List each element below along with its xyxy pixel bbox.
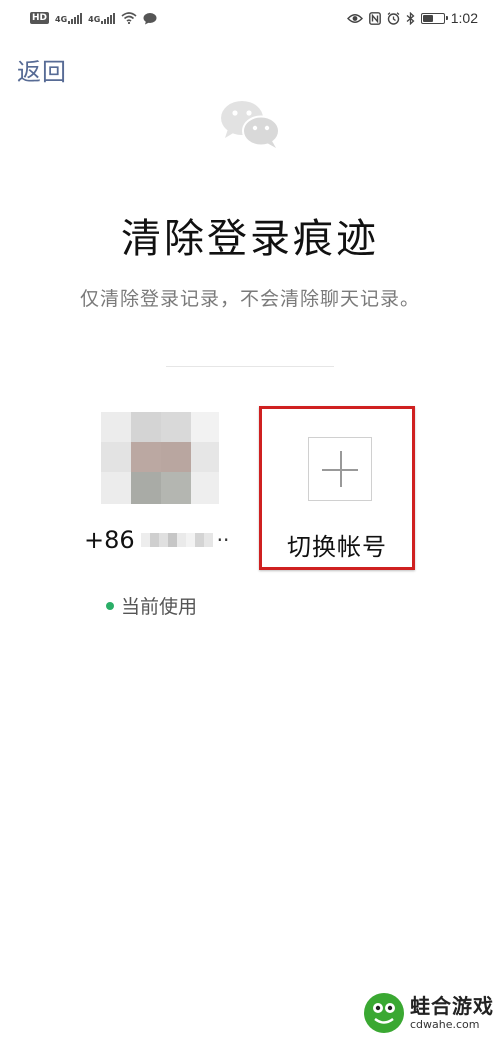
signal-bars-icon	[101, 12, 116, 24]
watermark-url: cdwahe.com	[410, 1018, 480, 1031]
signal-sim2: 4G	[88, 12, 116, 24]
alarm-icon	[387, 11, 400, 25]
phone-ellipsis: ··	[216, 528, 230, 552]
phone-number-masked	[140, 531, 213, 549]
eye-icon	[346, 13, 363, 24]
status-dot	[106, 601, 114, 610]
watermark-text: 蛙合游戏 cdwahe.com	[410, 996, 494, 1030]
battery-level-fill	[422, 14, 434, 22]
watermark: 蛙合游戏 cdwahe.com	[364, 993, 494, 1033]
status-left: HD 4G 4G	[30, 12, 157, 25]
status-time: 1:02	[450, 10, 478, 26]
status-label: 当前使用	[121, 596, 198, 618]
nfc-icon	[368, 11, 381, 25]
page-subtitle: 仅清除登录记录，不会清除聊天记录。	[79, 288, 420, 310]
battery-icon	[420, 12, 448, 24]
signal-sim1: 4G	[55, 12, 83, 24]
add-account-icon	[308, 437, 372, 501]
status-right: 1:02	[346, 10, 478, 26]
phone-prefix: +86	[84, 526, 135, 554]
watermark-name: 蛙合游戏	[410, 994, 494, 1018]
status-bar: HD 4G 4G 1:02	[0, 0, 500, 36]
wechat-logo-icon	[221, 101, 280, 148]
page-title: 清除登录痕迹	[121, 216, 379, 262]
current-account-avatar[interactable]	[101, 412, 219, 504]
network-type-label: 4G	[55, 14, 68, 24]
back-button[interactable]: 返回	[17, 52, 67, 87]
message-icon	[143, 12, 157, 25]
network-type-label: 4G	[88, 14, 101, 24]
frog-logo-icon	[364, 993, 404, 1033]
wifi-icon	[121, 12, 137, 24]
divider	[166, 366, 334, 367]
current-account-status: 当前使用	[106, 592, 197, 619]
signal-bars-icon	[68, 12, 83, 24]
current-account-phone: +86 ··	[84, 526, 254, 554]
switch-account-button[interactable]: 切换帐号	[259, 406, 415, 570]
bluetooth-icon	[406, 11, 415, 25]
switch-account-label: 切换帐号	[287, 533, 387, 561]
hd-badge: HD	[30, 12, 50, 24]
